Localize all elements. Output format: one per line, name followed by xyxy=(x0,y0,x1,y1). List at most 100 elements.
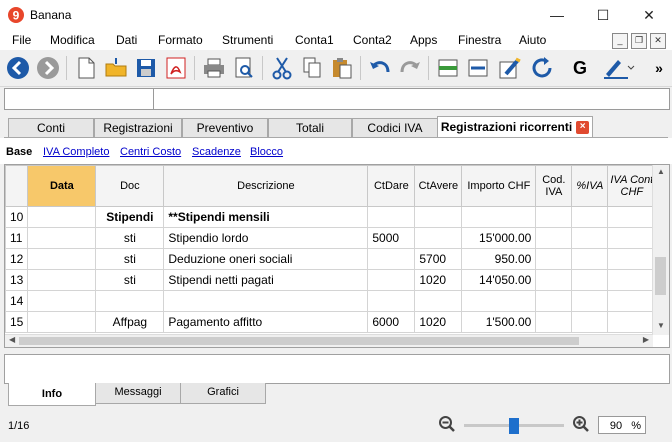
cell-doc[interactable]: sti xyxy=(95,227,165,249)
cell-data[interactable] xyxy=(27,206,97,228)
column-header-perc-iva[interactable]: %IVA xyxy=(571,165,609,207)
cell-iva-cont[interactable] xyxy=(607,248,657,270)
cell-cod-iva[interactable] xyxy=(535,311,573,333)
cell-data[interactable] xyxy=(27,227,97,249)
cell-cod-iva[interactable] xyxy=(535,290,573,312)
cell-importo[interactable] xyxy=(461,206,537,228)
menu-conta2[interactable]: Conta2 xyxy=(353,33,392,47)
cell-ctavere[interactable]: 5700 xyxy=(414,248,463,270)
cell-perc-iva[interactable] xyxy=(571,227,609,249)
cut-button[interactable] xyxy=(268,54,296,82)
column-header-doc[interactable]: Doc xyxy=(95,165,165,207)
menu-strumenti[interactable]: Strumenti xyxy=(222,33,273,47)
zoom-out-icon[interactable] xyxy=(438,415,456,433)
menu-file[interactable]: File xyxy=(12,33,31,47)
menu-apps[interactable]: Apps xyxy=(410,33,437,47)
cell-ctdare[interactable]: 6000 xyxy=(367,311,416,333)
cell-descrizione[interactable] xyxy=(163,290,369,312)
cell-iva-cont[interactable] xyxy=(607,290,657,312)
cell-doc[interactable]: sti xyxy=(95,248,165,270)
minimize-button[interactable]: — xyxy=(534,0,580,30)
g-button[interactable]: G xyxy=(566,54,594,82)
cell-ctavere[interactable] xyxy=(414,290,463,312)
cell-perc-iva[interactable] xyxy=(571,290,609,312)
view-scadenze[interactable]: Scadenze xyxy=(192,146,241,158)
zoom-level-field[interactable]: 90 % xyxy=(598,416,646,434)
cell-importo[interactable]: 950.00 xyxy=(461,248,537,270)
scroll-up-icon[interactable]: ▲ xyxy=(657,167,665,176)
cell-ctdare[interactable] xyxy=(367,248,416,270)
view-blocco[interactable]: Blocco xyxy=(250,146,283,158)
cell-ctdare[interactable] xyxy=(367,290,416,312)
cell-ctdare[interactable]: 5000 xyxy=(367,227,416,249)
redo-button[interactable] xyxy=(396,54,424,82)
column-header-descrizione[interactable]: Descrizione xyxy=(163,165,369,207)
cell-ctdare[interactable] xyxy=(367,269,416,291)
cell-perc-iva[interactable] xyxy=(571,206,609,228)
scroll-left-icon[interactable]: ◀ xyxy=(9,335,15,344)
cell-iva-cont[interactable] xyxy=(607,206,657,228)
table-row[interactable]: 13 sti Stipendi netti pagati 1020 14'050… xyxy=(5,269,657,291)
cell-iva-cont[interactable] xyxy=(607,269,657,291)
cell-ctavere[interactable]: 1020 xyxy=(414,311,463,333)
column-header-ctavere[interactable]: CtAvere xyxy=(414,165,463,207)
table-row[interactable]: 12 sti Deduzione oneri sociali 5700 950.… xyxy=(5,248,657,270)
vertical-scrollbar[interactable]: ▲ ▼ xyxy=(652,165,669,335)
back-button[interactable] xyxy=(4,54,32,82)
toolbar-more-button[interactable]: » xyxy=(650,54,668,82)
cell-cod-iva[interactable] xyxy=(535,206,573,228)
cell-ctavere[interactable]: 1020 xyxy=(414,269,463,291)
tab-close-icon[interactable]: × xyxy=(576,121,590,135)
cell-descrizione[interactable]: Pagamento affitto xyxy=(163,311,369,333)
cell-importo[interactable]: 15'000.00 xyxy=(461,227,537,249)
row-number[interactable]: 11 xyxy=(5,227,29,249)
column-header-row-number[interactable] xyxy=(5,165,29,207)
table-row[interactable]: 10 Stipendi **Stipendi mensili xyxy=(5,206,657,228)
cell-descrizione[interactable]: Deduzione oneri sociali xyxy=(163,248,369,270)
cell-perc-iva[interactable] xyxy=(571,311,609,333)
view-base[interactable]: Base xyxy=(6,146,32,158)
cell-doc[interactable]: Affpag xyxy=(95,311,165,333)
table-row[interactable]: 15 Affpag Pagamento affitto 6000 1020 1'… xyxy=(5,311,657,333)
row-number[interactable]: 14 xyxy=(5,290,29,312)
view-centri-costo[interactable]: Centri Costo xyxy=(120,146,181,158)
view-iva-completo[interactable]: IVA Completo xyxy=(43,146,109,158)
menu-modifica[interactable]: Modifica xyxy=(50,33,95,47)
insert-rows-button[interactable] xyxy=(434,54,462,82)
new-button[interactable] xyxy=(72,54,100,82)
menu-finestra[interactable]: Finestra xyxy=(458,33,501,47)
forward-button[interactable] xyxy=(34,54,62,82)
menu-dati[interactable]: Dati xyxy=(116,33,137,47)
open-button[interactable] xyxy=(102,54,130,82)
cell-data[interactable] xyxy=(27,269,97,291)
row-number[interactable]: 12 xyxy=(5,248,29,270)
cell-data[interactable] xyxy=(27,290,97,312)
mdi-close-button[interactable]: ✕ xyxy=(650,33,666,49)
tab-info[interactable]: Info xyxy=(8,383,96,406)
edit-button[interactable] xyxy=(496,54,524,82)
undo-button[interactable] xyxy=(366,54,394,82)
scroll-thumb[interactable] xyxy=(19,337,579,345)
table-row[interactable]: 14 xyxy=(5,290,657,312)
column-header-importo[interactable]: Importo CHF xyxy=(461,165,537,207)
scroll-thumb[interactable] xyxy=(655,257,666,295)
tab-registrazioni-ricorrenti[interactable]: Registrazioni ricorrenti × xyxy=(437,116,593,139)
pdf-button[interactable] xyxy=(162,54,190,82)
table-row[interactable]: 11 sti Stipendio lordo 5000 15'000.00 xyxy=(5,227,657,249)
horizontal-scrollbar[interactable]: ◀ ▶ xyxy=(5,334,653,347)
tab-totali[interactable]: Totali xyxy=(268,118,352,138)
tab-preventivo[interactable]: Preventivo xyxy=(182,118,268,138)
delete-rows-button[interactable] xyxy=(464,54,492,82)
cell-doc[interactable] xyxy=(95,290,165,312)
column-header-ctdare[interactable]: CtDare xyxy=(367,165,416,207)
scroll-down-icon[interactable]: ▼ xyxy=(657,321,665,330)
row-number[interactable]: 10 xyxy=(5,206,29,228)
cell-ctavere[interactable] xyxy=(414,227,463,249)
cell-cod-iva[interactable] xyxy=(535,269,573,291)
scroll-right-icon[interactable]: ▶ xyxy=(643,335,649,344)
paste-button[interactable] xyxy=(328,54,356,82)
cell-importo[interactable] xyxy=(461,290,537,312)
tab-grafici[interactable]: Grafici xyxy=(180,383,266,404)
cell-ctavere[interactable] xyxy=(414,206,463,228)
cell-importo[interactable]: 1'500.00 xyxy=(461,311,537,333)
